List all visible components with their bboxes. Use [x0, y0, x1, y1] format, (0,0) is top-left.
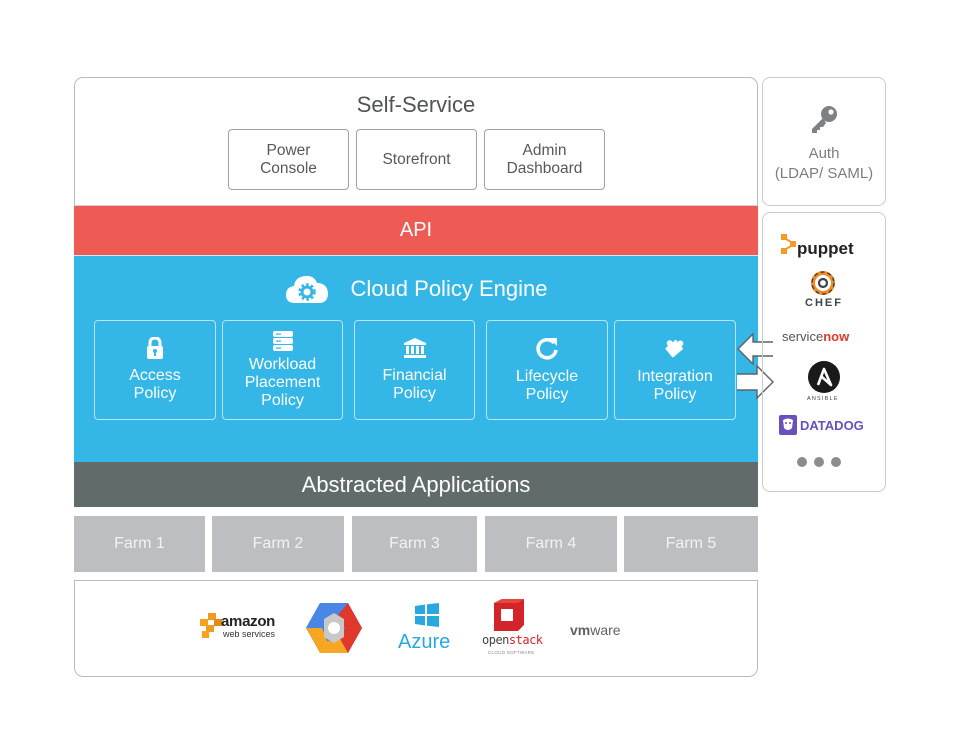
ansible-logo[interactable]: ANSIBLE — [799, 361, 849, 405]
farm-5[interactable]: Farm 5 — [624, 516, 758, 572]
server-stack-icon — [272, 331, 293, 351]
power-console-label-line1: Power — [266, 141, 311, 159]
aws-wordmark: amazon — [221, 613, 276, 630]
policy-lifecycle-line1: Lifecycle — [515, 368, 579, 385]
windows-icon — [415, 603, 439, 627]
datadog-mark-icon — [779, 415, 797, 435]
puzzle-icon — [665, 339, 684, 358]
bank-icon — [403, 338, 426, 358]
policy-integration-line2: Policy — [653, 386, 697, 403]
datadog-logo[interactable]: DATADOG — [779, 415, 879, 437]
openstack-wordmark-open: open — [482, 633, 509, 647]
policy-access-line1: Access — [129, 367, 181, 384]
storefront-label: Storefront — [382, 150, 451, 168]
admin-dashboard-box[interactable]: Admin Dashboard — [484, 129, 605, 190]
policy-workload-line3: Policy — [261, 392, 304, 409]
chef-mark-icon — [811, 271, 835, 295]
openstack-wordmark-stack: stack — [508, 633, 543, 647]
farm-1-label: Farm 1 — [114, 535, 165, 552]
cloud-gear-icon — [285, 275, 328, 303]
vmware-wordmark: vmware — [570, 622, 621, 638]
policy-financial[interactable]: Financial Policy — [354, 320, 475, 420]
chef-logo[interactable]: CHEF — [799, 271, 849, 319]
vmware-wordmark-ware: ware — [590, 622, 621, 638]
storefront-box[interactable]: Storefront — [356, 129, 477, 190]
power-console-box[interactable]: Power Console — [228, 129, 349, 190]
servicenow-wordmark-service: service — [782, 329, 824, 344]
refresh-icon — [536, 338, 558, 360]
policy-access-line2: Policy — [133, 385, 177, 402]
policy-lifecycle-line2: Policy — [525, 386, 569, 403]
self-service-panel: Self-Service Power Console Storefront Adm… — [74, 77, 758, 205]
policy-integration[interactable]: Integration Policy — [614, 320, 736, 420]
policy-workload-line2: Placement — [244, 374, 321, 391]
azure-wordmark: Azure — [398, 631, 451, 653]
farm-4-label: Farm 4 — [525, 535, 577, 552]
openstack-logo: openstack CLOUD SOFTWARE — [480, 599, 543, 663]
farm-2[interactable]: Farm 2 — [212, 516, 344, 572]
farm-3-label: Farm 3 — [389, 535, 440, 552]
aws-subtitle: web services — [223, 629, 276, 639]
datadog-wordmark: DATADOG — [800, 418, 864, 433]
policy-workload-placement[interactable]: Workload Placement Policy — [222, 320, 343, 420]
engine-title: Cloud Policy Engine — [350, 276, 548, 301]
servicenow-logo[interactable]: servicenow — [782, 329, 849, 344]
puppet-wordmark: puppet — [797, 239, 854, 258]
vmware-wordmark-vm: vm — [570, 622, 591, 638]
openstack-tagline: CLOUD SOFTWARE — [488, 650, 535, 655]
cloud-policy-engine: Cloud Policy Engine Access Policy Worklo… — [74, 255, 758, 462]
farm-2-label: Farm 2 — [252, 535, 304, 552]
farm-4[interactable]: Farm 4 — [485, 516, 617, 572]
admin-dashboard-label-line2: Dashboard — [506, 159, 583, 177]
abstracted-applications-label: Abstracted Applications — [301, 471, 531, 497]
power-console-label-line2: Console — [260, 159, 317, 177]
policy-lifecycle[interactable]: Lifecycle Policy — [486, 320, 608, 420]
google-cloud-hexagon-icon — [306, 603, 362, 653]
more-dots-icon[interactable] — [796, 456, 844, 468]
engine-header: Cloud Policy Engine — [74, 274, 758, 304]
self-service-title: Self-Service — [356, 92, 476, 117]
auth-title: Auth — [808, 145, 840, 162]
ansible-mark-icon — [808, 361, 840, 393]
key-icon — [812, 106, 837, 133]
api-label: API — [399, 219, 433, 241]
farm-5-label: Farm 5 — [665, 535, 717, 552]
api-bar: API — [74, 205, 758, 255]
openstack-cube-icon — [494, 599, 524, 631]
auth-panel[interactable]: Auth (LDAP/ SAML) — [762, 77, 886, 206]
cloud-providers-panel: amazon web services Azure openstack CLOU… — [74, 580, 758, 677]
farm-3[interactable]: Farm 3 — [352, 516, 477, 572]
policy-financial-line2: Policy — [393, 385, 436, 402]
chef-wordmark: CHEF — [805, 297, 843, 309]
policy-financial-line1: Financial — [382, 367, 447, 384]
policy-workload-line1: Workload — [248, 356, 317, 373]
servicenow-wordmark-now: now — [823, 329, 850, 344]
farm-1[interactable]: Farm 1 — [74, 516, 205, 572]
policy-access[interactable]: Access Policy — [94, 320, 216, 420]
policy-integration-line1: Integration — [637, 368, 713, 385]
abstracted-applications-bar: Abstracted Applications — [74, 462, 758, 507]
puppet-logo[interactable]: puppet — [781, 234, 881, 264]
aws-logo: amazon web services — [200, 609, 280, 649]
puppet-mark-icon — [781, 234, 796, 254]
integrations-panel: puppet CHEF servicenow ANSIBLE DATADOG — [762, 212, 886, 492]
openstack-wordmark: openstack — [482, 633, 543, 647]
auth-subtitle: (LDAP/ SAML) — [774, 165, 874, 182]
admin-dashboard-label-line1: Admin — [522, 141, 567, 159]
lock-icon — [147, 337, 163, 359]
ansible-wordmark: ANSIBLE — [807, 396, 839, 402]
